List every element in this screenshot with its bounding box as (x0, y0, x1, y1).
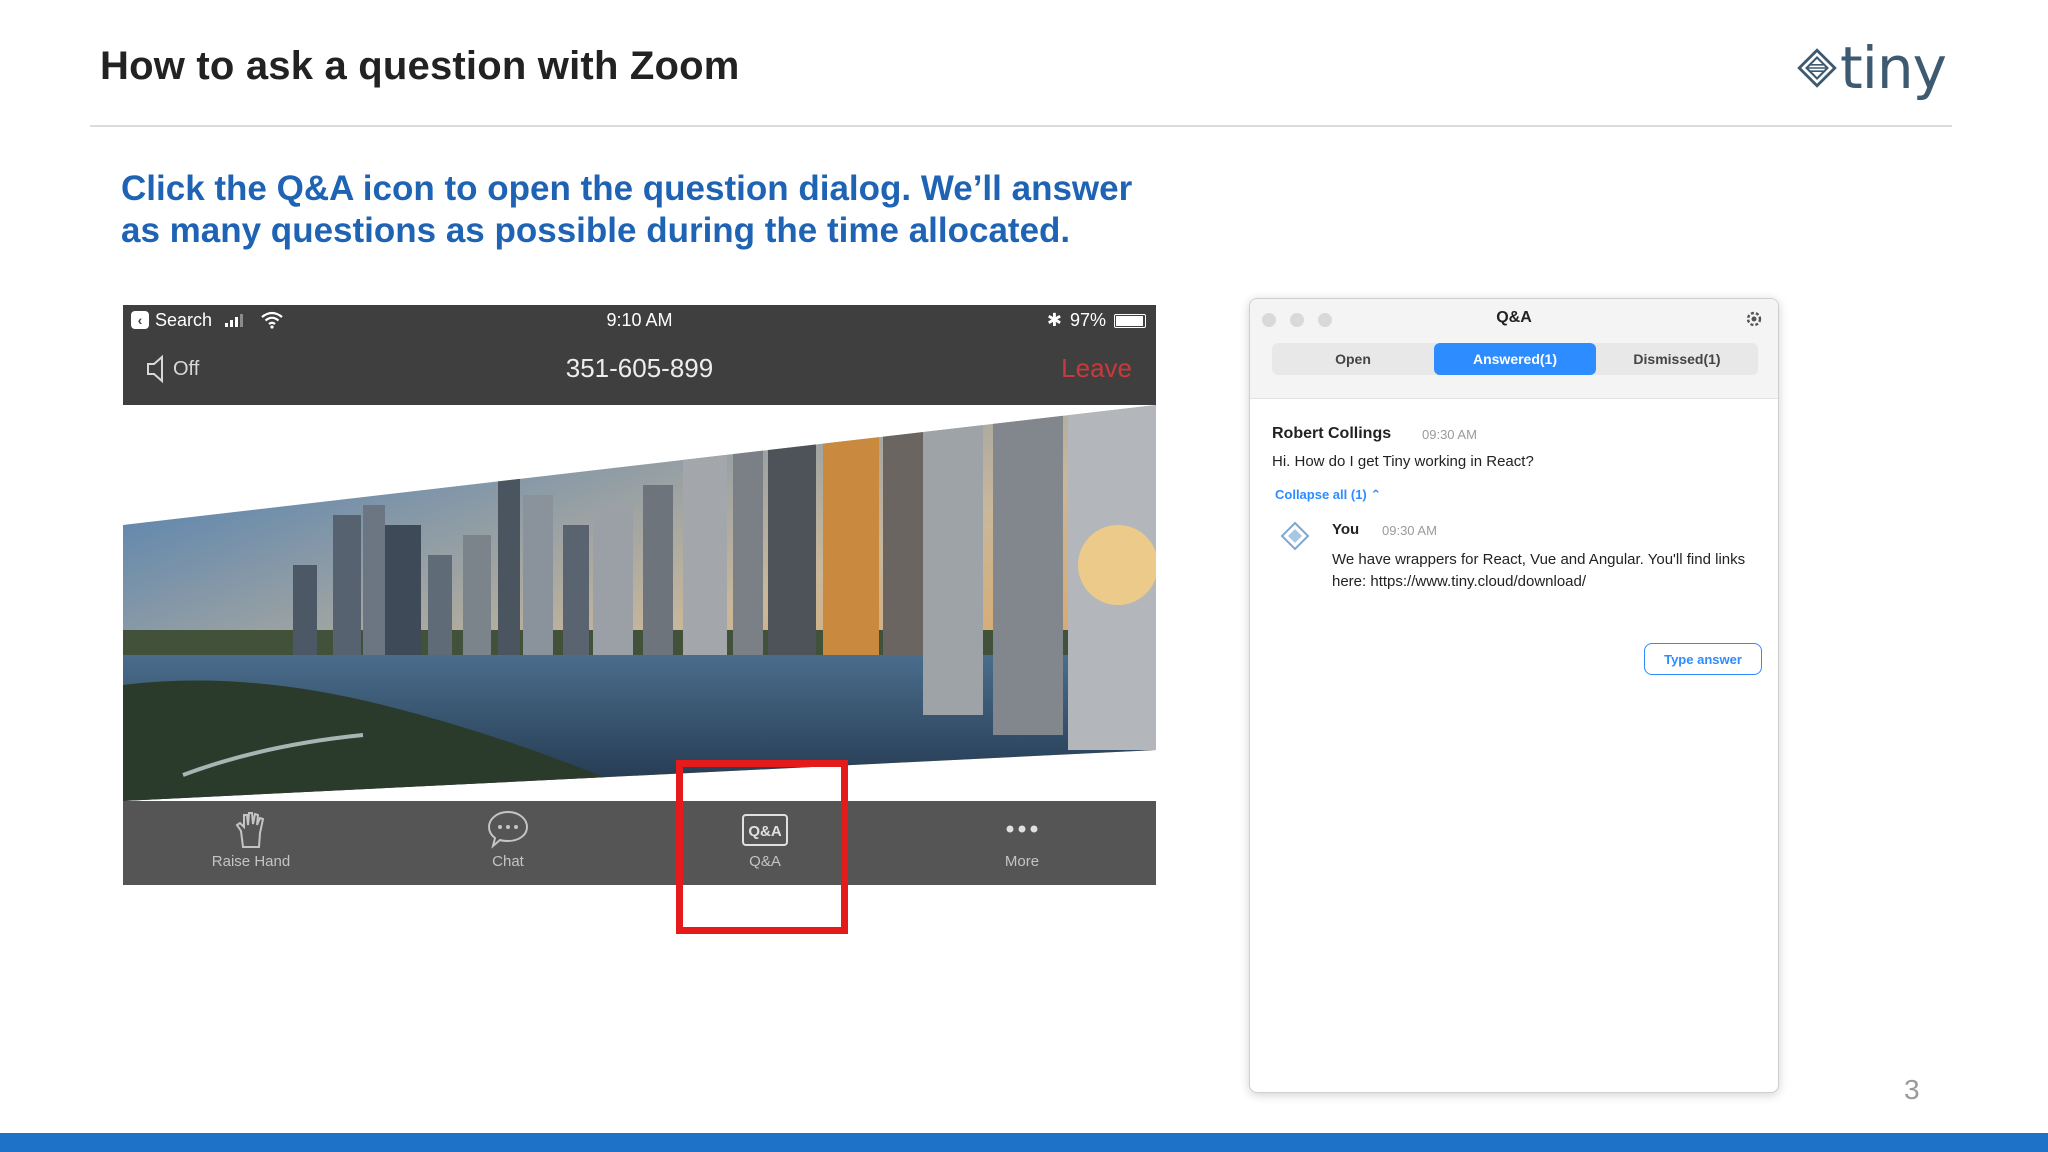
phone-status-bar: ‹ Search 9:10 AM ✱ 97% (123, 305, 1156, 337)
raise-hand-button[interactable]: Raise Hand (171, 809, 331, 870)
tiny-diamond-icon (1797, 48, 1837, 88)
more-label: More (1004, 853, 1040, 870)
battery-percent: 97% (1069, 310, 1106, 330)
chat-button[interactable]: Chat (428, 809, 588, 870)
meeting-header: Off 351-605-899 Leave (123, 337, 1156, 405)
qa-titlebar: Q&A Open Answered(1) Dismissed(1) (1250, 299, 1778, 399)
tab-open[interactable]: Open (1272, 343, 1434, 375)
answer-text: We have wrappers for React, Vue and Angu… (1332, 551, 1746, 590)
tab-dismissed[interactable]: Dismissed(1) (1596, 343, 1758, 375)
answer-author: You (1332, 521, 1360, 538)
chat-icon (487, 810, 529, 849)
question-author: Robert Collings (1272, 425, 1392, 442)
meeting-toolbar: Raise Hand Chat Q&A Q&A More (123, 801, 1156, 885)
answer-avatar-icon (1280, 521, 1310, 551)
qa-tabs: Open Answered(1) Dismissed(1) (1272, 343, 1758, 375)
title-divider (90, 125, 1952, 127)
leave-button[interactable]: Leave (1061, 353, 1132, 384)
question-time: 09:30 AM (1422, 427, 1477, 442)
qa-highlight-box (676, 760, 848, 934)
gear-icon[interactable] (1744, 309, 1764, 329)
more-icon (1006, 825, 1038, 833)
meeting-id: 351-605-899 (565, 353, 714, 383)
instruction-text: Click the Q&A icon to open the question … (121, 169, 1133, 250)
question-text: Hi. How do I get Tiny working in React? (1272, 453, 1534, 470)
type-answer-button[interactable]: Type answer (1644, 643, 1762, 675)
battery-icon (1114, 313, 1146, 328)
footer-bar (0, 1133, 2048, 1152)
chat-label: Chat (492, 853, 524, 870)
slide-title: How to ask a question with Zoom (100, 44, 740, 88)
status-time: 9:10 AM (606, 310, 673, 330)
raise-hand-icon (235, 812, 265, 848)
video-feed (123, 405, 1156, 801)
qa-dialog-window: Q&A Open Answered(1) Dismissed(1) Robert… (1249, 298, 1779, 1093)
raise-hand-label: Raise Hand (211, 853, 291, 870)
qa-window-title: Q&A (1496, 309, 1532, 326)
zoom-mobile-screenshot: ‹ Search 9:10 AM ✱ 97% Off 351-605-899 L… (123, 305, 1156, 885)
bluetooth-icon: ✱ (1046, 310, 1062, 330)
tiny-logo: tiny (1796, 34, 1947, 102)
battery-status: ✱ 97% (1047, 310, 1146, 331)
tab-answered[interactable]: Answered(1) (1434, 343, 1596, 375)
page-number: 3 (1904, 1074, 1920, 1105)
logo-text: tiny (1840, 34, 1947, 102)
answer-time: 09:30 AM (1382, 523, 1437, 538)
collapse-all-link[interactable]: Collapse all (1) ⌃ (1275, 487, 1381, 503)
more-button[interactable]: More (942, 809, 1102, 870)
city-skyline-image (123, 405, 1156, 801)
